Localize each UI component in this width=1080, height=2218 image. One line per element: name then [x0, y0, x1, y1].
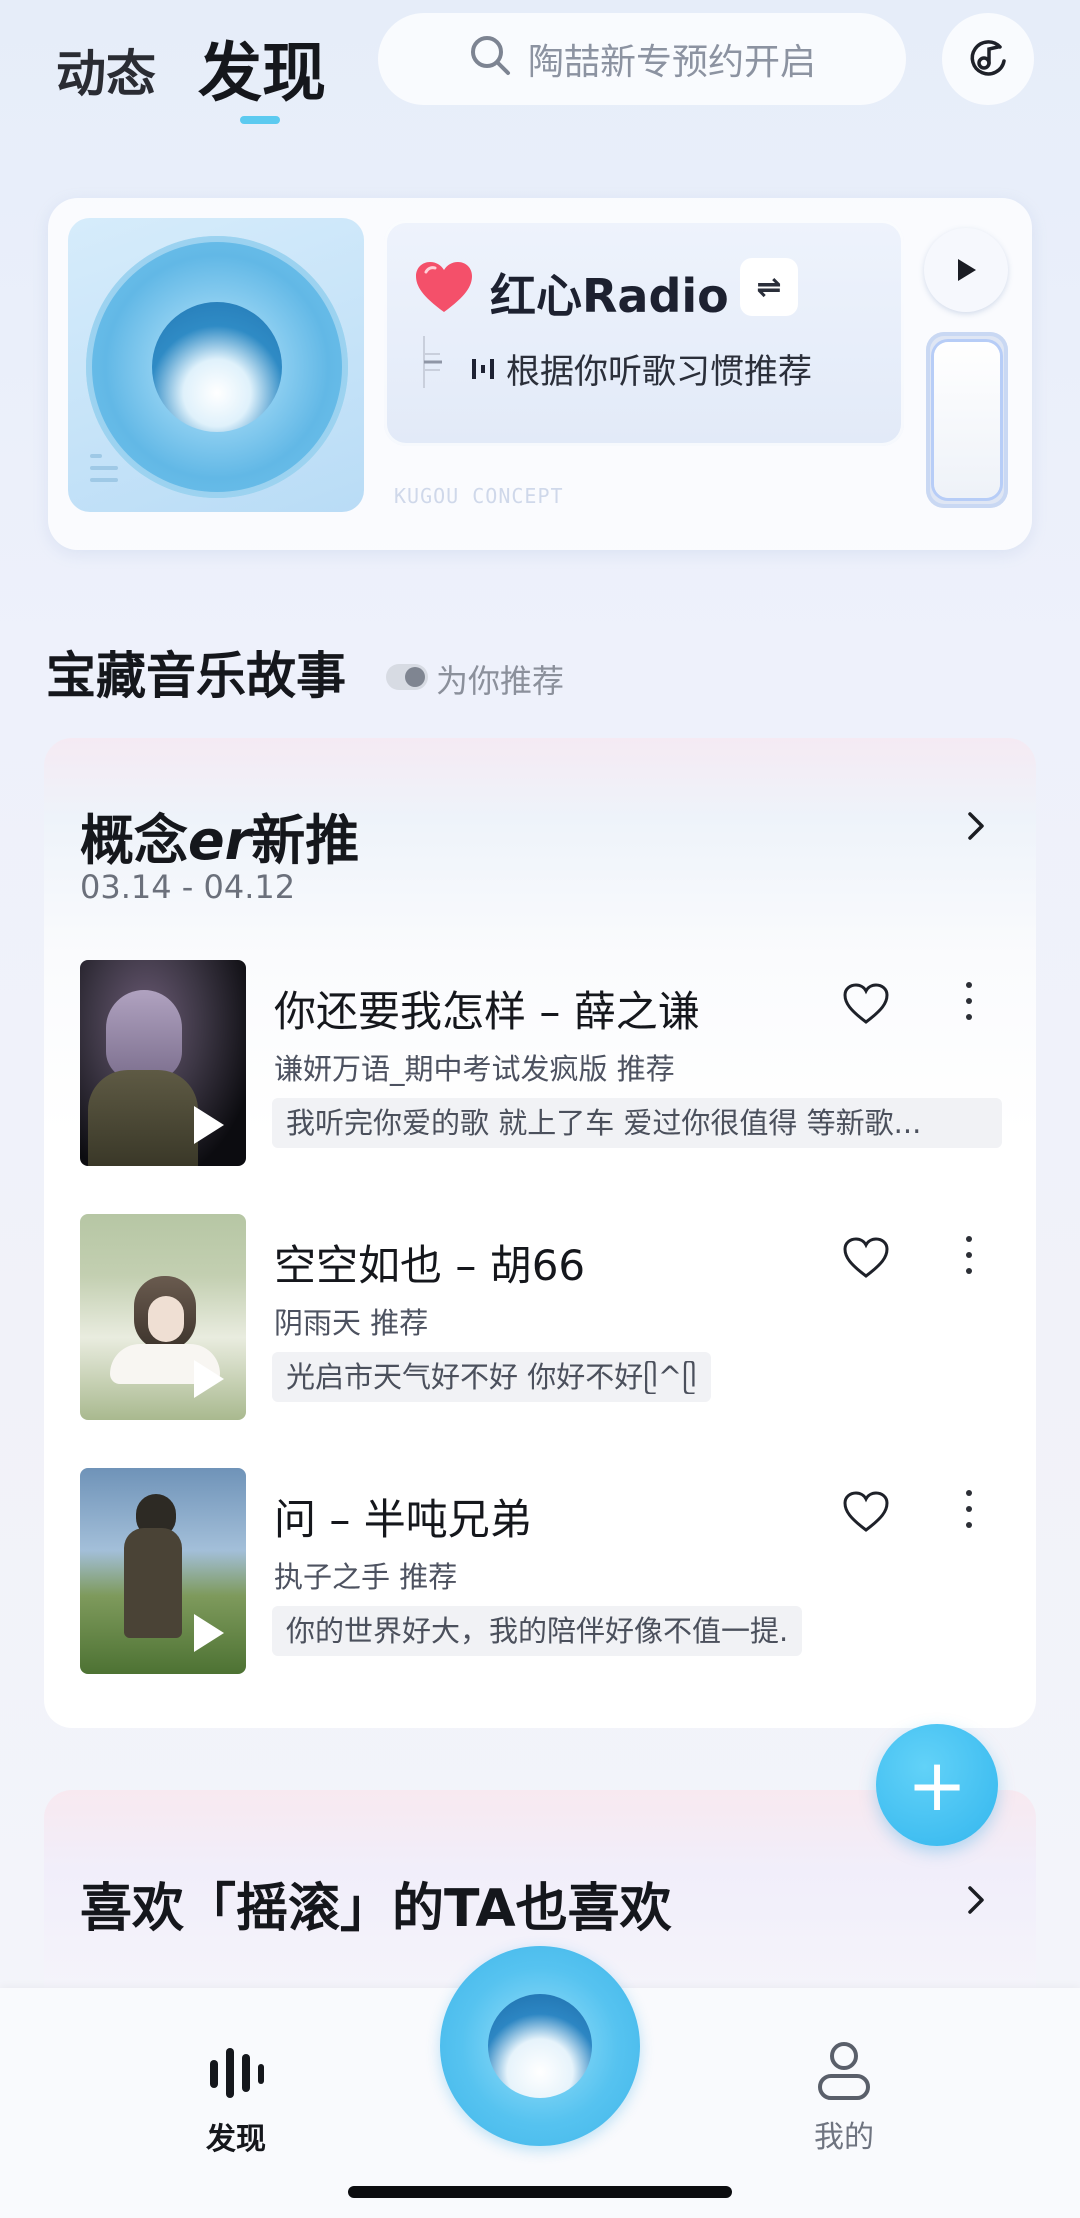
song-recommender: 执子之手 推荐 [274, 1560, 458, 1594]
now-playing-disc[interactable] [440, 1946, 640, 2146]
heart-outline-icon[interactable] [842, 982, 890, 1026]
search-icon [468, 33, 512, 86]
discover-bars-icon [210, 2048, 264, 2098]
heart-outline-icon[interactable] [842, 1490, 890, 1534]
radio-play-button[interactable] [924, 228, 1008, 312]
radio-subtitle: 根据你听歌习惯推荐 [506, 352, 812, 392]
more-options-icon[interactable] [964, 982, 974, 1026]
vinyl-disc [86, 236, 348, 498]
level-indicator-icon [423, 336, 442, 388]
nav-item-faxian[interactable]: 发现 [196, 2044, 276, 2158]
red-heart-radio-card[interactable]: 红心Radio ⇌ 根据你听歌习惯推荐 KUGOU CONCEPT [48, 198, 1032, 550]
play-overlay-icon [194, 1360, 224, 1398]
vinyl-artwork [68, 218, 364, 512]
vinyl-menu-icon [90, 454, 118, 494]
song-title: 空空如也 – 胡66 [274, 1241, 586, 1290]
more-options-icon[interactable] [964, 1236, 974, 1280]
search-placeholder: 陶喆新专预约开启 [527, 42, 816, 83]
radio-slider[interactable] [926, 332, 1008, 508]
vinyl-label [152, 302, 282, 432]
radio-subtitle-row: 根据你听歌习惯推荐 [470, 344, 812, 393]
now-playing-artwork [488, 1994, 592, 2098]
song-cover[interactable] [80, 1214, 246, 1420]
heart-outline-icon[interactable] [842, 1236, 890, 1280]
nav-label-mine: 我的 [814, 2120, 874, 2155]
radio-slider-knob[interactable] [934, 342, 1000, 498]
radio-info-panel[interactable]: 红心Radio ⇌ 根据你听歌习惯推荐 [384, 220, 904, 446]
song-recommender: 谦妍万语_期中考试发疯版 推荐 [274, 1052, 675, 1086]
add-button[interactable]: + [876, 1724, 998, 1846]
song-cover[interactable] [80, 1468, 246, 1674]
chevron-right-icon[interactable] [958, 1882, 994, 1918]
play-overlay-icon [194, 1106, 224, 1144]
radio-title: 红心Radio [490, 269, 729, 323]
song-comment: 光启市天气好不好 你好不好ᥫ^ᥫ [272, 1352, 711, 1402]
song-title: 你还要我怎样 – 薛之谦 [274, 987, 700, 1036]
user-icon [818, 2042, 870, 2100]
play-icon [958, 259, 976, 281]
song-comment: 我听完你爱的歌 就上了车 爱过你很值得 等新歌... [272, 1098, 1002, 1148]
song-recommender: 阴雨天 推荐 [274, 1306, 429, 1340]
song-title: 问 – 半吨兄弟 [274, 1495, 532, 1544]
more-options-icon[interactable] [964, 1490, 974, 1534]
active-tab-indicator [240, 116, 280, 124]
search-bar[interactable]: 陶喆新专预约开启 [378, 13, 906, 105]
toggle-label: 为你推荐 [436, 662, 565, 700]
brand-tag: KUGOU CONCEPT [394, 484, 564, 508]
recommend-toggle[interactable] [386, 664, 428, 690]
music-recognition-icon [970, 40, 1006, 76]
song-row[interactable]: 空空如也 – 胡66 阴雨天 推荐 光启市天气好不好 你好不好ᥫ^ᥫ [80, 1214, 1000, 1424]
card-date-range: 03.14 - 04.12 [80, 868, 296, 906]
home-indicator[interactable] [348, 2186, 732, 2198]
switch-mode-icon[interactable]: ⇌ [740, 258, 798, 316]
play-overlay-icon [194, 1614, 224, 1652]
music-recognition-button[interactable] [942, 13, 1034, 105]
audio-bars-icon [472, 358, 494, 379]
chevron-right-icon[interactable] [958, 808, 994, 844]
section-title: 宝藏音乐故事 [46, 647, 346, 705]
heart-icon [416, 262, 472, 312]
top-header: 动态 发现 陶喆新专预约开启 [0, 0, 1080, 140]
tab-faxian[interactable]: 发现 [198, 22, 326, 114]
song-comment: 你的世界好大，我的陪伴好像不值一提. [272, 1606, 803, 1656]
song-cover[interactable] [80, 960, 246, 1166]
song-row[interactable]: 问 – 半吨兄弟 执子之手 推荐 你的世界好大，我的陪伴好像不值一提. [80, 1468, 1000, 1678]
playlist-card[interactable]: 概念er新推 03.14 - 04.12 你还要我怎样 – 薛之谦 谦妍万语_期… [44, 738, 1036, 1728]
nav-label-faxian: 发现 [206, 2122, 266, 2157]
tab-dongtai[interactable]: 动态 [56, 34, 156, 106]
similar-taste-title: 喜欢「摇滚」的TA也喜欢 [80, 1879, 672, 1939]
card-title[interactable]: 概念er新推 [80, 796, 359, 875]
song-row[interactable]: 你还要我怎样 – 薛之谦 谦妍万语_期中考试发疯版 推荐 我听完你爱的歌 就上了… [80, 960, 1002, 1170]
plus-icon: + [906, 1743, 968, 1827]
nav-item-mine[interactable]: 我的 [804, 2040, 884, 2156]
